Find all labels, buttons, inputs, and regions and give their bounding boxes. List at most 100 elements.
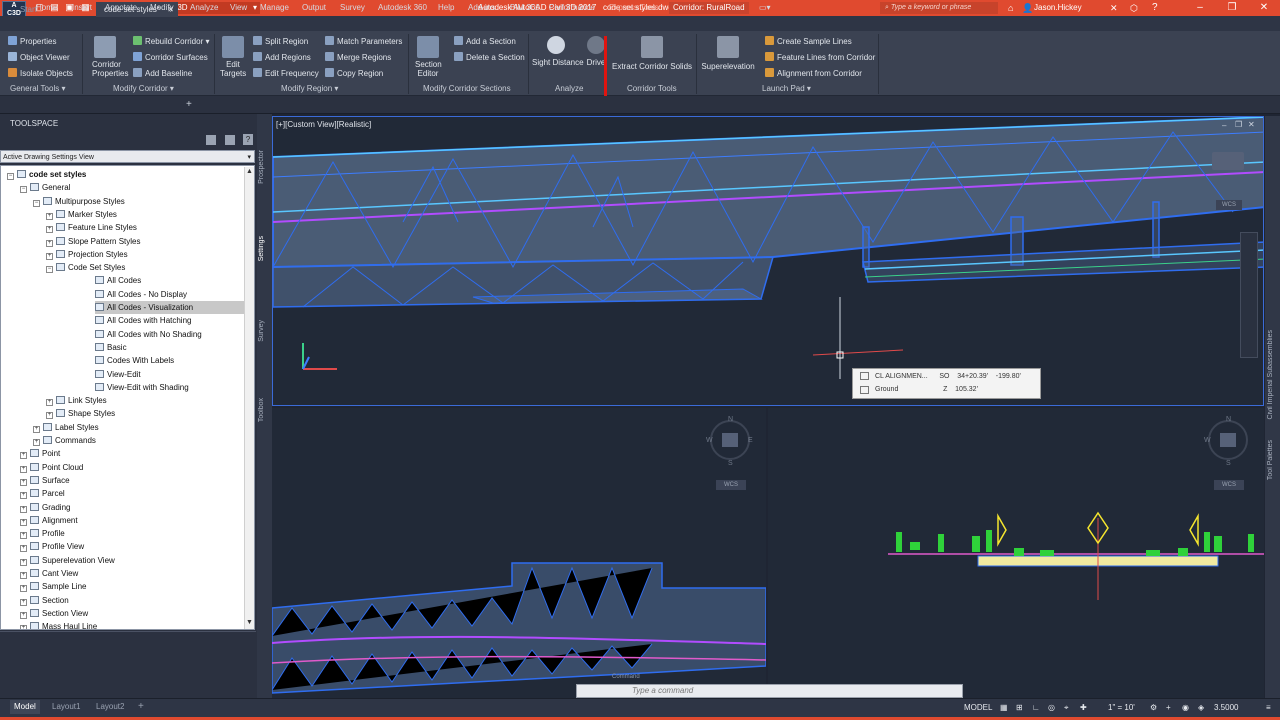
tree-node[interactable]: + Shape Styles: [46, 407, 115, 420]
tree-node[interactable]: + Superelevation View: [20, 554, 115, 567]
close-icon[interactable]: ✕: [1254, 1, 1274, 15]
exchange-icon[interactable]: ✕: [1110, 3, 1118, 14]
model-space-toggle[interactable]: MODEL: [964, 703, 992, 712]
tab-survey[interactable]: Survey: [258, 320, 270, 342]
expand-icon[interactable]: +: [20, 452, 27, 460]
expand-icon[interactable]: +: [46, 252, 53, 260]
viewport-plan[interactable]: [272, 408, 766, 698]
tree-node[interactable]: + Surface: [20, 474, 70, 487]
tab-view[interactable]: View: [230, 2, 247, 14]
delete-section-button[interactable]: Delete a Section: [454, 52, 525, 62]
expand-icon[interactable]: +: [46, 239, 53, 247]
add-layout-icon[interactable]: +: [138, 701, 144, 712]
search-input[interactable]: ⌕ Type a keyword or phrase: [880, 2, 998, 14]
tree-node[interactable]: + Cant View: [20, 567, 78, 580]
tree-node[interactable]: + Point: [20, 447, 60, 460]
corridor-surfaces-button[interactable]: Corridor Surfaces: [133, 52, 208, 62]
viewcube-icon[interactable]: [722, 433, 738, 447]
tree-node[interactable]: View-Edit: [59, 368, 141, 381]
expand-icon[interactable]: +: [46, 412, 53, 420]
tab-insert[interactable]: Insert: [72, 2, 92, 14]
object-viewer-button[interactable]: Object Viewer: [8, 52, 70, 62]
tree-node[interactable]: + Marker Styles: [46, 208, 117, 221]
superelevation-button[interactable]: Superelevation: [700, 36, 756, 71]
expand-icon[interactable]: +: [20, 505, 27, 513]
properties-button[interactable]: Properties: [8, 36, 56, 46]
expand-icon[interactable]: +: [33, 439, 40, 446]
tree-node[interactable]: + Slope Pattern Styles: [46, 235, 140, 248]
tree-node[interactable]: − Code Set Styles: [46, 261, 125, 274]
tree-node[interactable]: + Sample Line: [20, 580, 86, 593]
merge-regions-button[interactable]: Merge Regions: [325, 52, 391, 62]
create-sample-lines-button[interactable]: Create Sample Lines: [765, 36, 852, 46]
viewport-minimize-icon[interactable]: –: [1222, 121, 1226, 130]
tree-node[interactable]: All Codes - No Display: [59, 288, 187, 301]
expand-icon[interactable]: +: [20, 572, 27, 579]
expand-icon[interactable]: +: [46, 212, 53, 220]
alignment-from-corridor-button[interactable]: Alignment from Corridor: [765, 68, 862, 78]
split-region-button[interactable]: Split Region: [253, 36, 308, 46]
expand-icon[interactable]: +: [20, 558, 27, 566]
tab-analyze[interactable]: Analyze: [190, 2, 218, 14]
tab-modify[interactable]: Modify: [150, 2, 174, 14]
tab-civil-imperial-subassemblies[interactable]: Civil Imperial Subassemblies: [1267, 330, 1274, 419]
expand-icon[interactable]: +: [33, 425, 40, 433]
hardware-acceleration-icon[interactable]: ◉: [1182, 703, 1189, 712]
edit-targets-button[interactable]: Edit Targets: [220, 36, 246, 78]
sight-distance-button[interactable]: Sight Distance: [532, 36, 584, 67]
tree-node[interactable]: + Alignment: [20, 514, 78, 527]
tab-home[interactable]: Home: [36, 2, 57, 14]
toolspace-list-icon[interactable]: [225, 135, 235, 145]
help-icon[interactable]: ?: [1152, 2, 1158, 13]
a360-icon[interactable]: ⬡: [1130, 3, 1138, 14]
tab-corridor-ruralroad[interactable]: Corridor: RuralRoad: [669, 2, 749, 14]
tree-node[interactable]: + Commands: [33, 434, 96, 447]
wcs-menu[interactable]: WCS: [1214, 480, 1244, 490]
add-regions-button[interactable]: Add Regions: [253, 52, 311, 62]
expand-icon[interactable]: +: [46, 399, 53, 407]
tree-node[interactable]: + Grading: [20, 501, 70, 514]
tab-toolbox[interactable]: Toolbox: [258, 398, 270, 422]
add-baseline-button[interactable]: Add Baseline: [133, 68, 192, 78]
view-select-dropdown[interactable]: Active Drawing Settings View ▾: [0, 150, 255, 163]
launch-pad-panel-label[interactable]: Launch Pad ▾: [762, 84, 811, 93]
tree-node[interactable]: View-Edit with Shading: [59, 381, 189, 394]
expand-icon[interactable]: +: [20, 545, 27, 553]
tree-node[interactable]: − code set styles: [7, 168, 86, 181]
viewport-controls[interactable]: [+][Custom View][Realistic]: [276, 120, 371, 129]
toolspace-options-icon[interactable]: [206, 135, 216, 145]
tab-bim-360[interactable]: BIM 360: [510, 2, 540, 14]
tree-node[interactable]: − General: [20, 181, 70, 194]
feature-lines-from-corridor-button[interactable]: Feature Lines from Corridor: [765, 52, 875, 62]
collapse-icon[interactable]: −: [46, 266, 53, 274]
modify-region-panel-label[interactable]: Modify Region ▾: [281, 84, 338, 93]
tree-node[interactable]: All Codes with Hatching: [59, 314, 191, 327]
tree-node[interactable]: + Link Styles: [46, 394, 107, 407]
wcs-menu[interactable]: WCS: [716, 480, 746, 490]
expand-icon[interactable]: +: [20, 598, 27, 606]
expand-icon[interactable]: +: [20, 532, 27, 540]
viewcube-icon[interactable]: [1220, 433, 1236, 447]
plus-icon[interactable]: +: [1166, 703, 1171, 712]
tab-model[interactable]: Model: [10, 700, 40, 714]
tree-node[interactable]: + Parcel: [20, 487, 65, 500]
collapse-icon[interactable]: −: [7, 173, 14, 180]
collapse-icon[interactable]: −: [33, 199, 40, 207]
grid-icon[interactable]: ▦: [1000, 703, 1008, 712]
maximize-icon[interactable]: ❐: [1222, 1, 1242, 15]
tree-scrollbar[interactable]: [244, 167, 254, 629]
tree-node[interactable]: + Section: [20, 594, 69, 607]
isolate-icon[interactable]: ◈: [1198, 703, 1204, 712]
tree-node[interactable]: + Profile: [20, 527, 65, 540]
zoom-value[interactable]: 3.5000: [1214, 703, 1238, 712]
viewport-close-icon[interactable]: ✕: [1248, 120, 1255, 129]
scroll-up-icon[interactable]: ▲: [246, 168, 253, 175]
polar-icon[interactable]: ◎: [1048, 703, 1055, 712]
tab-survey[interactable]: Survey: [340, 2, 365, 14]
wcs-menu[interactable]: WCS: [1216, 200, 1242, 210]
tree-node[interactable]: + Projection Styles: [46, 248, 128, 261]
annotation-icon[interactable]: ✚: [1080, 703, 1087, 712]
menu-icon[interactable]: ≡: [1266, 703, 1271, 712]
tree-node[interactable]: Basic: [59, 341, 127, 354]
tree-node[interactable]: + Profile View: [20, 540, 84, 553]
